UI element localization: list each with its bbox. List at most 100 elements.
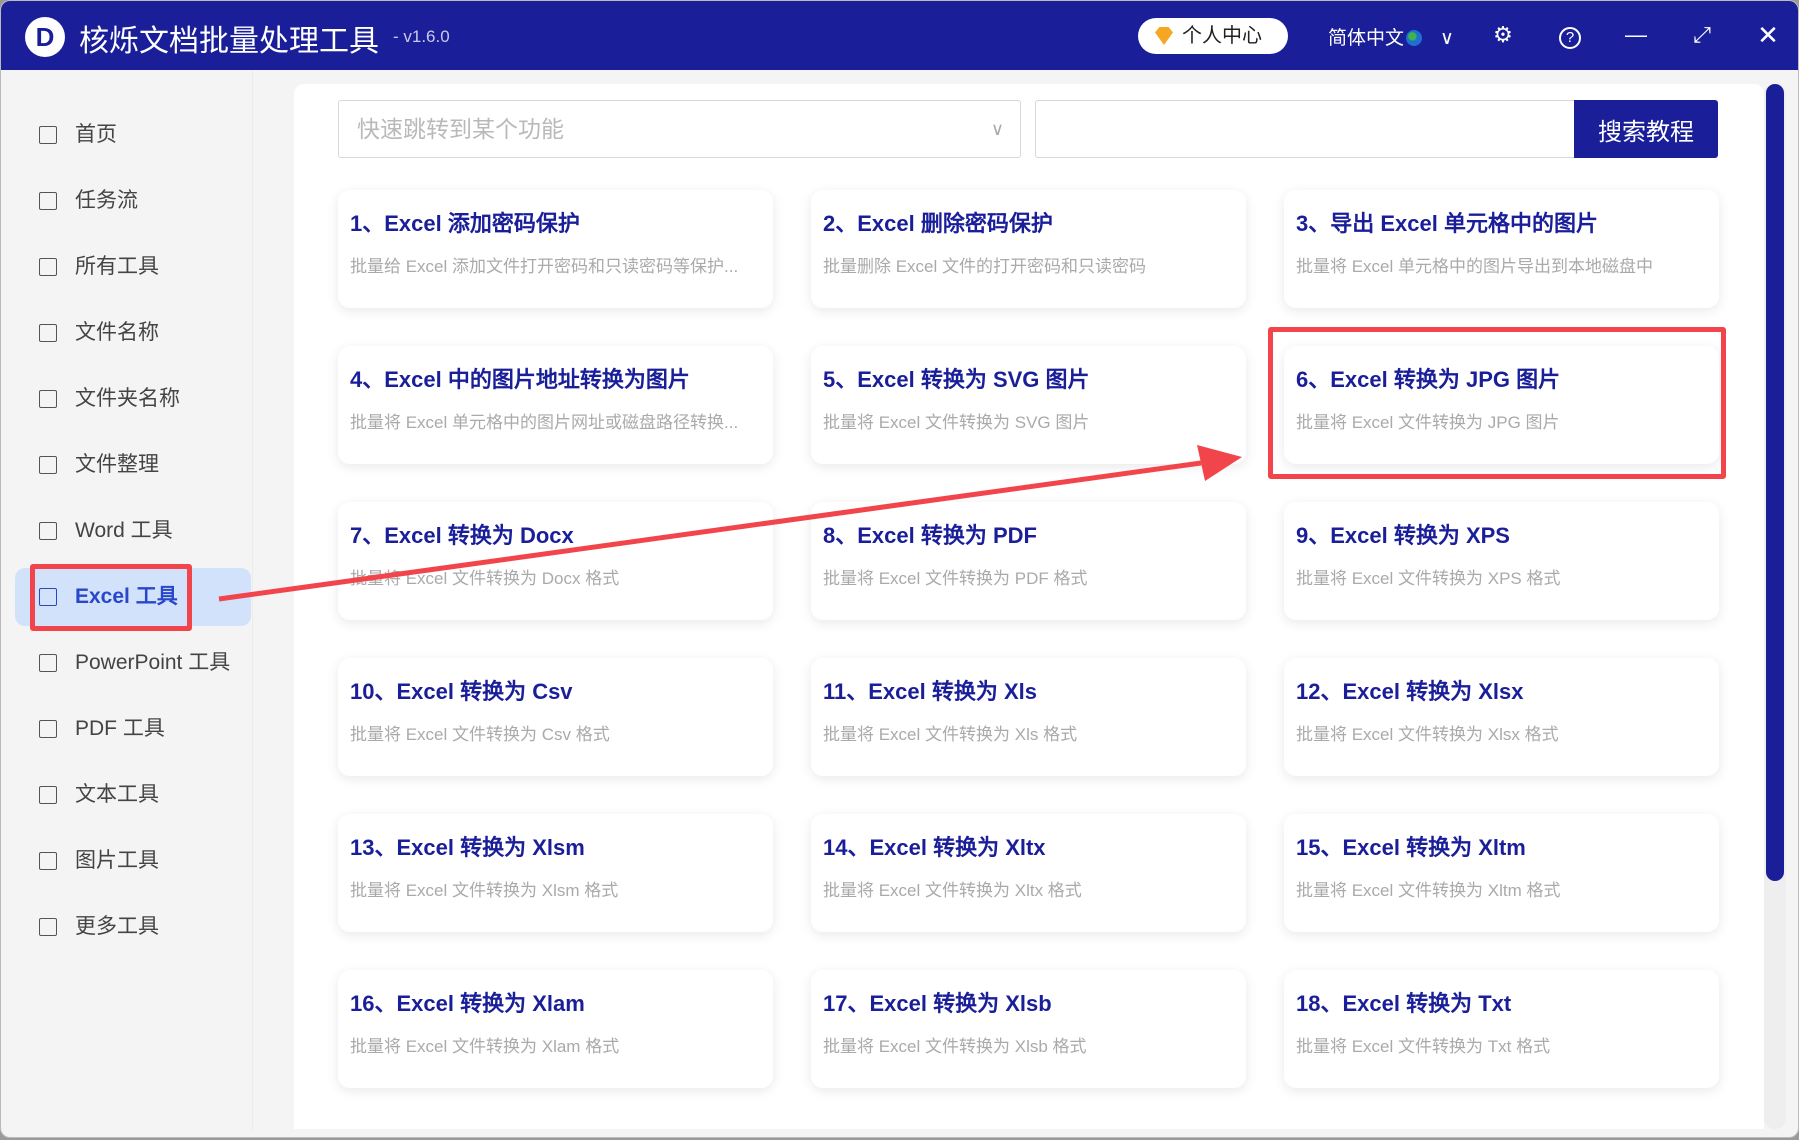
tool-card-description: 批量将 Excel 文件转换为 Docx 格式 (350, 569, 620, 588)
user-center-button[interactable]: 个人中心 (1138, 18, 1288, 54)
sidebar-item[interactable]: Word 工具 (15, 502, 251, 560)
tool-card[interactable]: 18、Excel 转换为 Txt 批量将 Excel 文件转换为 Txt 格式 (1284, 970, 1719, 1088)
tool-card[interactable]: 7、Excel 转换为 Docx 批量将 Excel 文件转换为 Docx 格式 (338, 502, 773, 620)
tool-card-title: 8、Excel 转换为 PDF (823, 523, 1037, 548)
text-file-icon (39, 786, 57, 804)
tool-card-title: 12、Excel 转换为 Xlsx (1296, 679, 1524, 704)
sidebar-item-label: 首页 (75, 123, 117, 146)
tool-card-title: 4、Excel 中的图片地址转换为图片 (350, 367, 690, 392)
ppt-file-icon (39, 654, 57, 672)
sidebar-item[interactable]: 文本工具 (15, 766, 251, 824)
globe-icon (1406, 30, 1423, 46)
language-selector[interactable]: 简体中文 ∨ (1328, 23, 1454, 50)
tool-card-title: 13、Excel 转换为 Xlsm (350, 835, 585, 860)
sidebar-item[interactable]: 文件夹名称 (15, 370, 251, 428)
tool-card[interactable]: 3、导出 Excel 单元格中的图片 批量将 Excel 单元格中的图片导出到本地… (1284, 190, 1719, 308)
quick-jump-placeholder: 快速跳转到某个功能 (357, 116, 564, 142)
sidebar-item-label: PDF 工具 (75, 717, 165, 740)
word-file-icon (39, 522, 57, 540)
tool-card[interactable]: 13、Excel 转换为 Xlsm 批量将 Excel 文件转换为 Xlsm 格式 (338, 814, 773, 932)
sidebar-item[interactable]: 文件整理 (15, 436, 251, 494)
sidebar-item[interactable]: 图片工具 (15, 832, 251, 890)
sidebar-item-label: 文件整理 (75, 453, 159, 476)
tutorial-search-input[interactable] (1035, 100, 1575, 158)
help-icon[interactable]: ? (1555, 19, 1585, 51)
tool-card[interactable]: 8、Excel 转换为 PDF 批量将 Excel 文件转换为 PDF 格式 (811, 502, 1246, 620)
sidebar-item-label: 图片工具 (75, 849, 159, 872)
tool-card-title: 15、Excel 转换为 Xltm (1296, 835, 1526, 860)
tool-card-title: 17、Excel 转换为 Xlsb (823, 991, 1052, 1016)
pdf-file-icon (39, 720, 57, 738)
language-label: 简体中文 (1328, 28, 1405, 49)
close-icon[interactable]: ✕ (1753, 19, 1783, 51)
sidebar-item[interactable]: PDF 工具 (15, 700, 251, 758)
tool-card-title: 5、Excel 转换为 SVG 图片 (823, 367, 1090, 392)
tool-card-title: 2、Excel 删除密码保护 (823, 211, 1053, 236)
annotation-highlight-card (1268, 327, 1726, 479)
sidebar-item[interactable]: PowerPoint 工具 (15, 634, 251, 692)
tool-card-description: 批量将 Excel 文件转换为 Xls 格式 (823, 725, 1078, 744)
tool-card-description: 批量将 Excel 文件转换为 Xltx 格式 (823, 881, 1082, 900)
diamond-icon (1155, 27, 1173, 45)
minimize-icon[interactable]: — (1621, 19, 1651, 51)
sidebar-item-label: 任务流 (75, 189, 138, 212)
tool-card-title: 16、Excel 转换为 Xlam (350, 991, 585, 1016)
tool-card-title: 1、Excel 添加密码保护 (350, 211, 580, 236)
tool-card[interactable]: 15、Excel 转换为 Xltm 批量将 Excel 文件转换为 Xltm 格式 (1284, 814, 1719, 932)
tool-card-description: 批量将 Excel 文件转换为 Xltm 格式 (1296, 881, 1561, 900)
settings-icon[interactable]: ⚙ (1488, 19, 1518, 51)
tool-card-description: 批量将 Excel 文件转换为 Xlsm 格式 (350, 881, 619, 900)
sidebar-item[interactable]: 任务流 (15, 172, 251, 230)
sidebar-item-label: 更多工具 (75, 915, 159, 938)
tool-card[interactable]: 10、Excel 转换为 Csv 批量将 Excel 文件转换为 Csv 格式 (338, 658, 773, 776)
tool-card-description: 批量将 Excel 文件转换为 Xlsb 格式 (823, 1037, 1087, 1056)
user-center-label: 个人中心 (1182, 25, 1262, 47)
tool-card-title: 10、Excel 转换为 Csv (350, 679, 573, 704)
tool-card[interactable]: 5、Excel 转换为 SVG 图片批量将 Excel 文件转换为 SVG 图片 (811, 346, 1246, 464)
main-panel: 快速跳转到某个功能 ∨ 搜索教程 1、Excel 添加密码保护批量给 Excel … (294, 84, 1764, 1129)
sidebar-item[interactable]: 首页 (15, 106, 251, 164)
tool-card[interactable]: 12、Excel 转换为 Xlsx 批量将 Excel 文件转换为 Xlsx 格式 (1284, 658, 1719, 776)
tool-card-description: 批量将 Excel 文件转换为 XPS 格式 (1296, 569, 1561, 588)
tool-card-title: 9、Excel 转换为 XPS (1296, 523, 1510, 548)
sidebar-item-label: 文本工具 (75, 783, 159, 806)
tool-card[interactable]: 11、Excel 转换为 Xls 批量将 Excel 文件转换为 Xls 格式 (811, 658, 1246, 776)
chevron-down-icon: ∨ (990, 119, 1004, 139)
grid-icon (39, 918, 57, 936)
sidebar-item[interactable]: 更多工具 (15, 898, 251, 956)
tool-card-title: 18、Excel 转换为 Txt (1296, 991, 1512, 1016)
app-title: 核烁文档批量处理工具 (79, 25, 379, 58)
search-tutorial-button[interactable]: 搜索教程 (1574, 100, 1718, 158)
image-icon (39, 852, 57, 870)
folder-icon (39, 390, 57, 408)
tool-card-title: 14、Excel 转换为 Xltx (823, 835, 1046, 860)
sidebar-item-label: Word 工具 (75, 519, 173, 542)
maximize-icon[interactable]: ⤢ (1687, 19, 1717, 51)
tool-card[interactable]: 1、Excel 添加密码保护批量给 Excel 添加文件打开密码和只读密码等保护… (338, 190, 773, 308)
tool-card[interactable]: 16、Excel 转换为 Xlam 批量将 Excel 文件转换为 Xlam 格式 (338, 970, 773, 1088)
sidebar-item-label: 所有工具 (75, 255, 159, 278)
tool-card-description: 批量给 Excel 添加文件打开密码和只读密码等保护... (350, 257, 739, 276)
app-window: D 核烁文档批量处理工具 - v1.6.0 个人中心 简体中文 ∨ ⚙ ? — ⤢… (0, 0, 1799, 1138)
tool-card-title: 11、Excel 转换为 Xls (823, 679, 1037, 704)
tool-card-description: 批量将 Excel 文件转换为 SVG 图片 (823, 413, 1090, 432)
tool-card[interactable]: 14、Excel 转换为 Xltx 批量将 Excel 文件转换为 Xltx 格式 (811, 814, 1246, 932)
tool-card[interactable]: 17、Excel 转换为 Xlsb 批量将 Excel 文件转换为 Xlsb 格式 (811, 970, 1246, 1088)
tool-card[interactable]: 4、Excel 中的图片地址转换为图片批量将 Excel 单元格中的图片网址或磁… (338, 346, 773, 464)
tool-card-description: 批量将 Excel 文件转换为 Csv 格式 (350, 725, 610, 744)
scrollbar-thumb[interactable] (1766, 84, 1784, 881)
workflow-icon (39, 192, 57, 210)
tool-card-description: 批量将 Excel 文件转换为 Xlam 格式 (350, 1037, 620, 1056)
tool-card-description: 批量删除 Excel 文件的打开密码和只读密码 (823, 257, 1147, 276)
tool-card[interactable]: 9、Excel 转换为 XPS 批量将 Excel 文件转换为 XPS 格式 (1284, 502, 1719, 620)
monitor-icon (39, 258, 57, 276)
chevron-down-icon: ∨ (1440, 28, 1454, 49)
sidebar-item[interactable]: 文件名称 (15, 304, 251, 362)
tool-card-title: 3、导出 Excel 单元格中的图片 (1296, 211, 1598, 236)
quick-jump-select[interactable]: 快速跳转到某个功能 ∨ (338, 100, 1021, 158)
sidebar-item[interactable]: 所有工具 (15, 238, 251, 296)
annotation-highlight-sidebar (30, 564, 192, 631)
tool-card[interactable]: 2、Excel 删除密码保护批量删除 Excel 文件的打开密码和只读密码 (811, 190, 1246, 308)
sidebar-item-label: 文件夹名称 (75, 387, 180, 410)
tool-card-description: 批量将 Excel 单元格中的图片网址或磁盘路径转换... (350, 413, 739, 432)
